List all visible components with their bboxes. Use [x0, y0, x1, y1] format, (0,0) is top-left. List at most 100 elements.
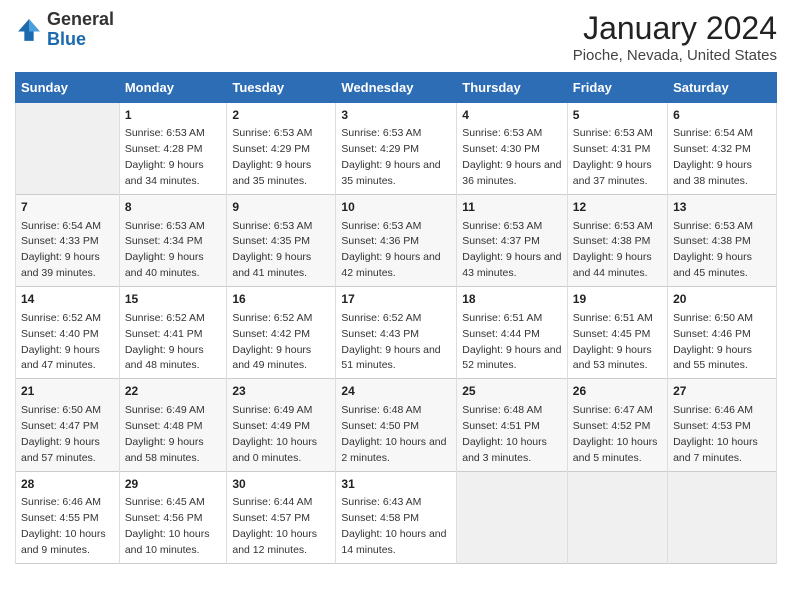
- day-info: Sunrise: 6:53 AMSunset: 4:38 PMDaylight:…: [573, 220, 653, 280]
- day-cell: [457, 471, 568, 563]
- day-number: 30: [232, 476, 330, 493]
- day-info: Sunrise: 6:52 AMSunset: 4:41 PMDaylight:…: [125, 312, 205, 372]
- day-cell: 2Sunrise: 6:53 AMSunset: 4:29 PMDaylight…: [227, 103, 336, 195]
- day-cell: 11Sunrise: 6:53 AMSunset: 4:37 PMDayligh…: [457, 195, 568, 287]
- day-cell: 10 Sunrise: 6:53 AMSunset: 4:36 PMDayligh…: [336, 195, 457, 287]
- day-info: Sunrise: 6:52 AMSunset: 4:42 PMDaylight:…: [232, 312, 312, 372]
- day-number: 19: [573, 291, 662, 308]
- day-cell: 18 Sunrise: 6:51 AMSunset: 4:44 PMDayligh…: [457, 287, 568, 379]
- day-info: Sunrise: 6:45 AMSunset: 4:56 PMDaylight:…: [125, 496, 210, 556]
- day-number: 18: [462, 291, 562, 308]
- day-info: Sunrise: 6:54 AMSunset: 4:33 PMDaylight:…: [21, 220, 101, 280]
- day-number: 29: [125, 476, 222, 493]
- day-number: 17: [341, 291, 451, 308]
- day-number: 12: [573, 199, 662, 216]
- day-cell: 12 Sunrise: 6:53 AMSunset: 4:38 PMDayligh…: [567, 195, 667, 287]
- col-header-thursday: Thursday: [457, 73, 568, 103]
- day-number: 22: [125, 383, 222, 400]
- day-info: Sunrise: 6:48 AMSunset: 4:51 PMDaylight:…: [462, 404, 547, 464]
- day-cell: 20 Sunrise: 6:50 AMSunset: 4:46 PMDayligh…: [668, 287, 777, 379]
- day-info: Sunrise: 6:47 AMSunset: 4:52 PMDaylight:…: [573, 404, 658, 464]
- col-header-tuesday: Tuesday: [227, 73, 336, 103]
- day-number: 3: [341, 107, 451, 124]
- day-info: Sunrise: 6:53 AMSunset: 4:35 PMDaylight:…: [232, 220, 312, 280]
- day-info: Sunrise: 6:53 AMSunset: 4:36 PMDaylight:…: [341, 220, 440, 280]
- day-cell: 7 Sunrise: 6:54 AMSunset: 4:33 PMDaylight…: [16, 195, 120, 287]
- day-cell: 27Sunrise: 6:46 AMSunset: 4:53 PMDayligh…: [668, 379, 777, 471]
- day-cell: 23 Sunrise: 6:49 AMSunset: 4:49 PMDayligh…: [227, 379, 336, 471]
- day-number: 10: [341, 199, 451, 216]
- day-cell: 25 Sunrise: 6:48 AMSunset: 4:51 PMDayligh…: [457, 379, 568, 471]
- week-row-1: 1 Sunrise: 6:53 AMSunset: 4:28 PMDaylight…: [16, 103, 777, 195]
- day-cell: 22 Sunrise: 6:49 AMSunset: 4:48 PMDayligh…: [119, 379, 227, 471]
- day-cell: 15 Sunrise: 6:52 AMSunset: 4:41 PMDayligh…: [119, 287, 227, 379]
- day-number: 24: [341, 383, 451, 400]
- day-cell: 21 Sunrise: 6:50 AMSunset: 4:47 PMDayligh…: [16, 379, 120, 471]
- day-info: Sunrise: 6:46 AMSunset: 4:55 PMDaylight:…: [21, 496, 106, 556]
- day-info: Sunrise: 6:53 AMSunset: 4:31 PMDaylight:…: [573, 127, 653, 187]
- day-cell: 17Sunrise: 6:52 AMSunset: 4:43 PMDayligh…: [336, 287, 457, 379]
- day-cell: 6 Sunrise: 6:54 AMSunset: 4:32 PMDaylight…: [668, 103, 777, 195]
- day-cell: [668, 471, 777, 563]
- day-number: 23: [232, 383, 330, 400]
- day-cell: 29 Sunrise: 6:45 AMSunset: 4:56 PMDayligh…: [119, 471, 227, 563]
- day-number: 21: [21, 383, 114, 400]
- day-info: Sunrise: 6:49 AMSunset: 4:49 PMDaylight:…: [232, 404, 317, 464]
- day-number: 25: [462, 383, 562, 400]
- day-info: Sunrise: 6:44 AMSunset: 4:57 PMDaylight:…: [232, 496, 317, 556]
- day-cell: [567, 471, 667, 563]
- day-number: 6: [673, 107, 771, 124]
- day-info: Sunrise: 6:50 AMSunset: 4:47 PMDaylight:…: [21, 404, 101, 464]
- page-subtitle: Pioche, Nevada, United States: [573, 47, 777, 64]
- week-row-4: 21 Sunrise: 6:50 AMSunset: 4:47 PMDayligh…: [16, 379, 777, 471]
- day-number: 1: [125, 107, 222, 124]
- day-cell: 5 Sunrise: 6:53 AMSunset: 4:31 PMDaylight…: [567, 103, 667, 195]
- logo: General Blue: [15, 10, 114, 50]
- day-cell: [16, 103, 120, 195]
- day-number: 9: [232, 199, 330, 216]
- col-header-wednesday: Wednesday: [336, 73, 457, 103]
- day-info: Sunrise: 6:53 AMSunset: 4:29 PMDaylight:…: [341, 127, 440, 187]
- day-cell: 8 Sunrise: 6:53 AMSunset: 4:34 PMDaylight…: [119, 195, 227, 287]
- day-number: 15: [125, 291, 222, 308]
- logo-icon: [15, 16, 43, 44]
- day-cell: 30 Sunrise: 6:44 AMSunset: 4:57 PMDayligh…: [227, 471, 336, 563]
- day-number: 11: [462, 199, 562, 216]
- day-number: 16: [232, 291, 330, 308]
- day-number: 20: [673, 291, 771, 308]
- day-number: 13: [673, 199, 771, 216]
- day-info: Sunrise: 6:53 AMSunset: 4:30 PMDaylight:…: [462, 127, 561, 187]
- day-number: 8: [125, 199, 222, 216]
- logo-general-text: General: [47, 9, 114, 29]
- day-info: Sunrise: 6:53 AMSunset: 4:29 PMDaylight:…: [232, 127, 312, 187]
- day-info: Sunrise: 6:54 AMSunset: 4:32 PMDaylight:…: [673, 127, 753, 187]
- day-info: Sunrise: 6:43 AMSunset: 4:58 PMDaylight:…: [341, 496, 446, 556]
- day-info: Sunrise: 6:46 AMSunset: 4:53 PMDaylight:…: [673, 404, 758, 464]
- header-row: SundayMondayTuesdayWednesdayThursdayFrid…: [16, 73, 777, 103]
- day-number: 31: [341, 476, 451, 493]
- col-header-friday: Friday: [567, 73, 667, 103]
- day-number: 7: [21, 199, 114, 216]
- col-header-monday: Monday: [119, 73, 227, 103]
- title-block: January 2024 Pioche, Nevada, United Stat…: [573, 10, 777, 64]
- day-cell: 1 Sunrise: 6:53 AMSunset: 4:28 PMDaylight…: [119, 103, 227, 195]
- calendar-table: SundayMondayTuesdayWednesdayThursdayFrid…: [15, 72, 777, 564]
- day-info: Sunrise: 6:53 AMSunset: 4:34 PMDaylight:…: [125, 220, 205, 280]
- day-cell: 28 Sunrise: 6:46 AMSunset: 4:55 PMDayligh…: [16, 471, 120, 563]
- col-header-sunday: Sunday: [16, 73, 120, 103]
- day-info: Sunrise: 6:52 AMSunset: 4:40 PMDaylight:…: [21, 312, 101, 372]
- day-info: Sunrise: 6:50 AMSunset: 4:46 PMDaylight:…: [673, 312, 753, 372]
- day-info: Sunrise: 6:48 AMSunset: 4:50 PMDaylight:…: [341, 404, 446, 464]
- day-info: Sunrise: 6:51 AMSunset: 4:44 PMDaylight:…: [462, 312, 561, 372]
- day-number: 5: [573, 107, 662, 124]
- day-number: 4: [462, 107, 562, 124]
- week-row-5: 28 Sunrise: 6:46 AMSunset: 4:55 PMDayligh…: [16, 471, 777, 563]
- day-info: Sunrise: 6:49 AMSunset: 4:48 PMDaylight:…: [125, 404, 205, 464]
- day-number: 26: [573, 383, 662, 400]
- page-header: General Blue January 2024 Pioche, Nevada…: [15, 10, 777, 64]
- day-cell: 19Sunrise: 6:51 AMSunset: 4:45 PMDayligh…: [567, 287, 667, 379]
- day-cell: 26 Sunrise: 6:47 AMSunset: 4:52 PMDayligh…: [567, 379, 667, 471]
- day-info: Sunrise: 6:53 AMSunset: 4:28 PMDaylight:…: [125, 127, 205, 187]
- day-number: 28: [21, 476, 114, 493]
- col-header-saturday: Saturday: [668, 73, 777, 103]
